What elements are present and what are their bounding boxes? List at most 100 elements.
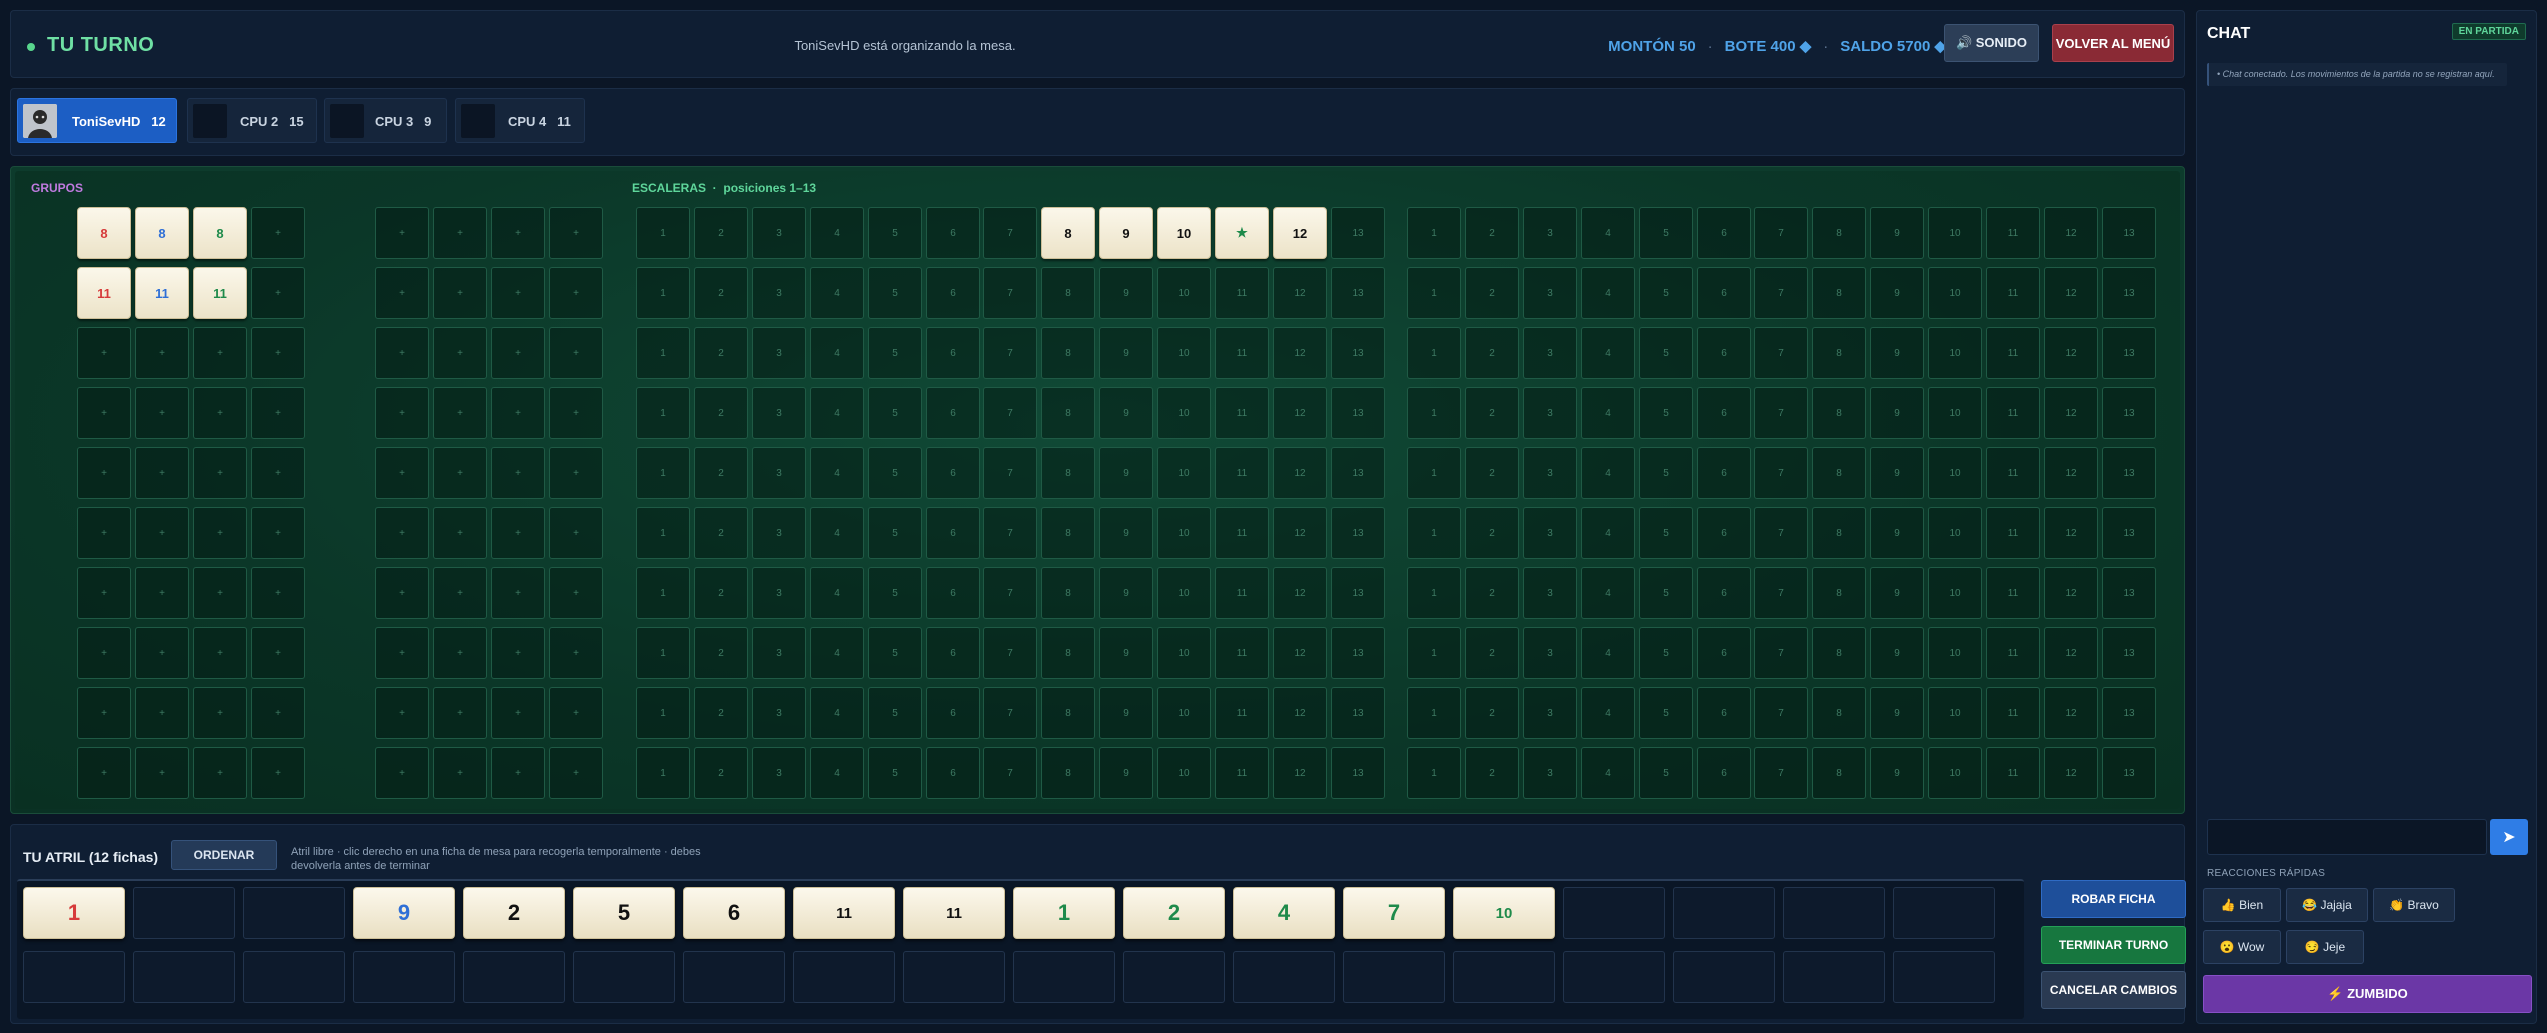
- stair-slot[interactable]: 1: [1407, 207, 1461, 259]
- group-slot[interactable]: +: [433, 387, 487, 439]
- stair-slot[interactable]: 13: [1331, 207, 1385, 259]
- group-slot[interactable]: +: [491, 327, 545, 379]
- stair-slot[interactable]: 12: [2044, 447, 2098, 499]
- group-slot[interactable]: +: [135, 687, 189, 739]
- stair-slot[interactable]: 12: [1273, 267, 1327, 319]
- stair-slot[interactable]: 8: [1812, 267, 1866, 319]
- group-slot[interactable]: +: [375, 627, 429, 679]
- stair-slot[interactable]: 12: [2044, 627, 2098, 679]
- stair-slot[interactable]: 9: [1099, 627, 1153, 679]
- stair-slot[interactable]: 11: [1986, 267, 2040, 319]
- stair-slot[interactable]: 9: [1099, 507, 1153, 559]
- sort-button[interactable]: ORDENAR: [171, 840, 277, 870]
- rack-tile[interactable]: 11: [903, 887, 1005, 939]
- rack-slot[interactable]: [1563, 951, 1665, 1003]
- rack-slot[interactable]: [1123, 951, 1225, 1003]
- stair-slot[interactable]: 6: [926, 327, 980, 379]
- stair-slot[interactable]: 13: [2102, 267, 2156, 319]
- stair-slot[interactable]: 4: [1581, 747, 1635, 799]
- stair-slot[interactable]: 5: [868, 687, 922, 739]
- stair-slot[interactable]: 9: [1870, 627, 1924, 679]
- stair-slot[interactable]: 5: [1639, 387, 1693, 439]
- stair-slot[interactable]: 12: [1273, 387, 1327, 439]
- rack-slot[interactable]: [1783, 887, 1885, 939]
- stair-slot[interactable]: 5: [868, 267, 922, 319]
- rack-tile[interactable]: 4: [1233, 887, 1335, 939]
- back-to-menu-button[interactable]: VOLVER AL MENÚ: [2052, 24, 2174, 62]
- stair-slot[interactable]: 12: [1273, 447, 1327, 499]
- board-tile[interactable]: 8: [1041, 207, 1095, 259]
- group-slot[interactable]: +: [135, 747, 189, 799]
- group-slot[interactable]: +: [549, 747, 603, 799]
- stair-slot[interactable]: 13: [2102, 507, 2156, 559]
- stair-slot[interactable]: 6: [926, 447, 980, 499]
- stair-slot[interactable]: 9: [1870, 747, 1924, 799]
- stair-slot[interactable]: 12: [1273, 627, 1327, 679]
- stair-slot[interactable]: 12: [1273, 327, 1327, 379]
- stair-slot[interactable]: 13: [1331, 387, 1385, 439]
- group-slot[interactable]: +: [375, 447, 429, 499]
- stair-slot[interactable]: 6: [1697, 627, 1751, 679]
- group-slot[interactable]: +: [433, 747, 487, 799]
- rack-slot[interactable]: [1673, 951, 1775, 1003]
- reaction-wow-button[interactable]: 😮 Wow: [2203, 930, 2281, 964]
- stair-slot[interactable]: 10: [1157, 387, 1211, 439]
- group-slot[interactable]: +: [549, 567, 603, 619]
- stair-slot[interactable]: 1: [1407, 567, 1461, 619]
- stair-slot[interactable]: 8: [1812, 567, 1866, 619]
- stair-slot[interactable]: 7: [1754, 507, 1808, 559]
- group-slot[interactable]: +: [549, 627, 603, 679]
- group-slot[interactable]: +: [549, 207, 603, 259]
- rack-slot[interactable]: [903, 951, 1005, 1003]
- stair-slot[interactable]: 12: [1273, 687, 1327, 739]
- reaction-bravo-button[interactable]: 👏 Bravo: [2373, 888, 2455, 922]
- stair-slot[interactable]: 10: [1157, 447, 1211, 499]
- stair-slot[interactable]: 10: [1157, 627, 1211, 679]
- stair-slot[interactable]: 12: [2044, 387, 2098, 439]
- stair-slot[interactable]: 4: [810, 327, 864, 379]
- rack-slot[interactable]: [1013, 951, 1115, 1003]
- stair-slot[interactable]: 13: [1331, 567, 1385, 619]
- stair-slot[interactable]: 13: [1331, 507, 1385, 559]
- stair-slot[interactable]: 11: [1215, 447, 1269, 499]
- stair-slot[interactable]: 2: [694, 447, 748, 499]
- stair-slot[interactable]: 10: [1157, 687, 1211, 739]
- board-tile[interactable]: 11: [135, 267, 189, 319]
- stair-slot[interactable]: 12: [2044, 207, 2098, 259]
- stair-slot[interactable]: 8: [1812, 207, 1866, 259]
- stair-slot[interactable]: 7: [1754, 747, 1808, 799]
- rack-tile[interactable]: 6: [683, 887, 785, 939]
- stair-slot[interactable]: 9: [1099, 747, 1153, 799]
- cancel-changes-button[interactable]: CANCELAR CAMBIOS: [2041, 971, 2186, 1009]
- stair-slot[interactable]: 10: [1928, 267, 1982, 319]
- stair-slot[interactable]: 5: [868, 747, 922, 799]
- stair-slot[interactable]: 10: [1928, 447, 1982, 499]
- stair-slot[interactable]: 7: [1754, 567, 1808, 619]
- group-slot[interactable]: +: [491, 447, 545, 499]
- rack-slot[interactable]: [1783, 951, 1885, 1003]
- group-slot[interactable]: +: [433, 627, 487, 679]
- group-slot[interactable]: +: [193, 387, 247, 439]
- group-slot[interactable]: +: [549, 387, 603, 439]
- stair-slot[interactable]: 1: [1407, 687, 1461, 739]
- stair-slot[interactable]: 1: [1407, 507, 1461, 559]
- rack-tile[interactable]: 1: [23, 887, 125, 939]
- stair-slot[interactable]: 1: [636, 747, 690, 799]
- stair-slot[interactable]: 12: [1273, 747, 1327, 799]
- group-slot[interactable]: +: [251, 207, 305, 259]
- stair-slot[interactable]: 2: [1465, 747, 1519, 799]
- stair-slot[interactable]: 4: [1581, 447, 1635, 499]
- rack-slot[interactable]: [1343, 951, 1445, 1003]
- board-tile[interactable]: 10: [1157, 207, 1211, 259]
- stair-slot[interactable]: 11: [1986, 507, 2040, 559]
- stair-slot[interactable]: 11: [1986, 327, 2040, 379]
- stair-slot[interactable]: 9: [1870, 567, 1924, 619]
- stair-slot[interactable]: 1: [1407, 747, 1461, 799]
- stair-slot[interactable]: 7: [983, 267, 1037, 319]
- stair-slot[interactable]: 7: [983, 567, 1037, 619]
- reaction-jeje-button[interactable]: 😏 Jeje: [2286, 930, 2364, 964]
- stair-slot[interactable]: 5: [868, 507, 922, 559]
- stair-slot[interactable]: 9: [1099, 387, 1153, 439]
- stair-slot[interactable]: 1: [1407, 327, 1461, 379]
- rack-slot[interactable]: [573, 951, 675, 1003]
